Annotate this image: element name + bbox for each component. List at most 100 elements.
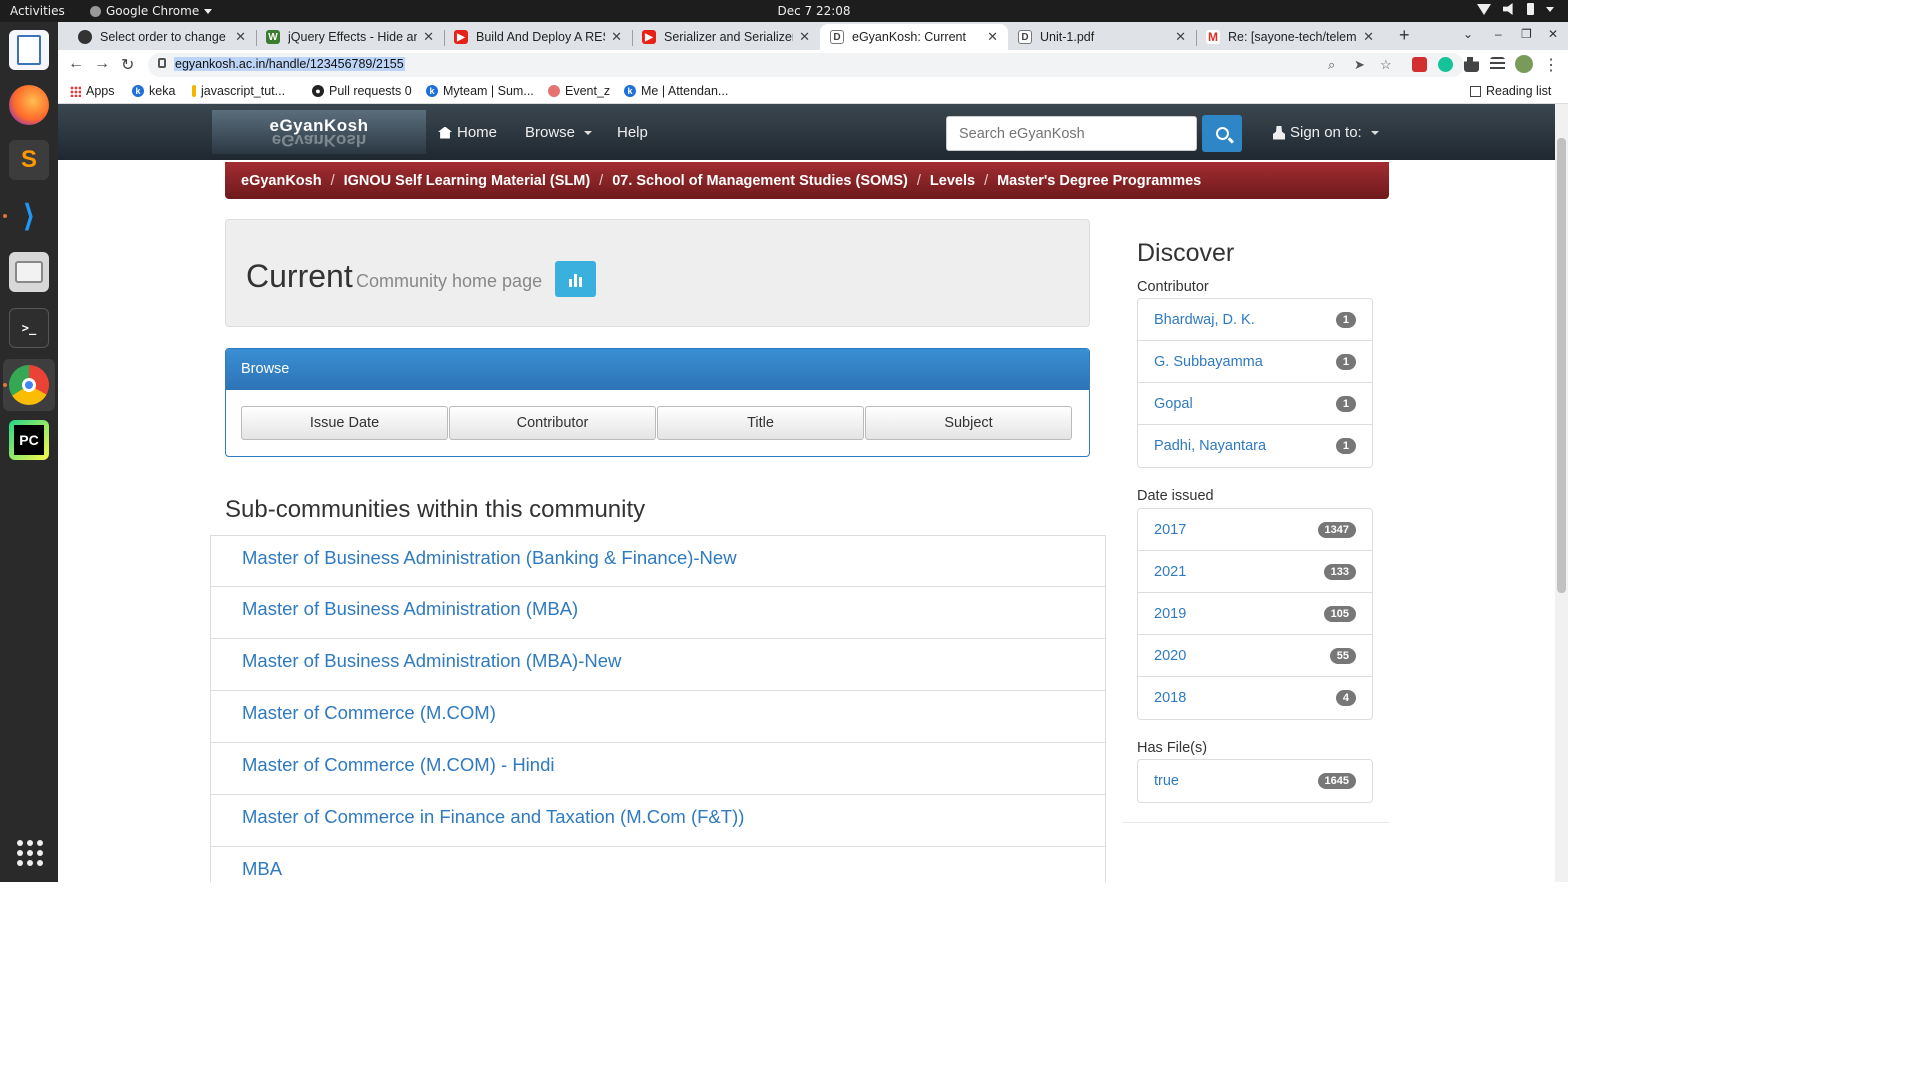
dock: S ⟩ >_ PC — [0, 22, 58, 882]
bookmark-star-icon[interactable]: ☆ — [1380, 57, 1392, 73]
facet-item[interactable]: Gopal 1 — [1138, 383, 1372, 425]
facet-item[interactable]: Padhi, Nayantara 1 — [1138, 425, 1372, 467]
search-button[interactable] — [1202, 115, 1242, 152]
tab-search-icon[interactable]: ⌄ — [1463, 27, 1473, 41]
egyankosh-logo[interactable]: eGyanKosh eGyanKosh — [212, 110, 426, 154]
breadcrumb-item[interactable]: IGNOU Self Learning Material (SLM) — [344, 173, 591, 189]
send-icon[interactable]: ➤ — [1354, 57, 1365, 73]
facet-item[interactable]: 2018 4 — [1138, 677, 1372, 719]
nav-browse[interactable]: Browse — [525, 124, 593, 141]
subcommunity-link[interactable]: Master of Business Administration (Banki… — [210, 535, 1106, 587]
url-text[interactable]: egyankosh.ac.in/handle/123456789/2155 — [174, 57, 405, 71]
facet-title-has-files: Has File(s) — [1137, 740, 1208, 756]
text-editor-icon[interactable] — [9, 30, 49, 70]
breadcrumb-item[interactable]: Master's Degree Programmes — [997, 173, 1201, 189]
bookmark-javascript-tut[interactable]: javascript_tut... — [192, 84, 285, 98]
bookmark-myteam[interactable]: k Myteam | Sum... — [426, 84, 534, 98]
subcommunity-link[interactable]: MBA — [210, 847, 1106, 882]
statistics-button[interactable] — [555, 261, 596, 297]
chrome-menu-icon[interactable]: ⋮ — [1543, 55, 1559, 75]
close-window-button[interactable]: ✕ — [1548, 27, 1558, 41]
tab[interactable]: ▶ Serializer and Serializer ✕ — [632, 24, 820, 50]
facet-list-contributor: Bhardwaj, D. K. 1 G. Subbayamma 1 Gopal 1 P… — [1137, 298, 1373, 468]
site-navbar: eGyanKosh eGyanKosh Home Browse Help Sig… — [58, 104, 1555, 160]
sublime-text-icon[interactable]: S — [9, 140, 49, 180]
close-icon[interactable]: ✕ — [1363, 29, 1374, 45]
show-applications-icon[interactable] — [17, 840, 43, 866]
tab[interactable]: Select order to change | D ✕ — [68, 24, 256, 50]
bookmark-keka[interactable]: k keka — [132, 84, 175, 98]
minimize-button[interactable]: – — [1495, 27, 1502, 41]
terminal-icon[interactable]: >_ — [9, 308, 49, 348]
close-icon[interactable]: ✕ — [1175, 29, 1186, 45]
media-controls-icon[interactable] — [1490, 57, 1505, 72]
close-icon[interactable]: ✕ — [799, 29, 810, 45]
bookmark-pull-requests[interactable]: ● Pull requests 0 — [312, 84, 412, 98]
grammarly-icon[interactable] — [1438, 57, 1453, 72]
count-badge: 1 — [1335, 353, 1356, 370]
new-tab-button[interactable]: + — [1399, 25, 1410, 46]
address-bar[interactable]: egyankosh.ac.in/handle/123456789/2155 ⌕ … — [148, 53, 1464, 77]
close-icon[interactable]: ✕ — [423, 29, 434, 45]
vscode-icon[interactable]: ⟩ — [9, 196, 49, 236]
github-icon: ● — [312, 85, 324, 97]
bookmark-me-attendance[interactable]: k Me | Attendan... — [624, 84, 728, 98]
forward-icon[interactable]: → — [94, 55, 110, 73]
tab-active[interactable]: D eGyanKosh: Current ✕ — [820, 24, 1008, 50]
facet-item[interactable]: G. Subbayamma 1 — [1138, 341, 1372, 383]
tab[interactable]: W jQuery Effects - Hide and ✕ — [256, 24, 444, 50]
clock[interactable]: Dec 7 22:08 — [0, 4, 1628, 18]
subcommunity-link[interactable]: Master of Business Administration (MBA)-… — [210, 639, 1106, 691]
extensions-puzzle-icon[interactable] — [1464, 57, 1479, 72]
home-icon — [438, 126, 452, 139]
facet-item[interactable]: 2019 105 — [1138, 593, 1372, 635]
subcommunity-link[interactable]: Master of Commerce (M.COM) — [210, 691, 1106, 743]
search-input[interactable] — [946, 116, 1197, 151]
bookmark-apps[interactable]: Apps — [70, 84, 115, 98]
browse-by-subject-button[interactable]: Subject — [865, 406, 1072, 440]
system-tray[interactable] — [1477, 3, 1554, 15]
profile-avatar[interactable] — [1515, 55, 1533, 73]
back-icon[interactable]: ← — [68, 55, 84, 73]
breadcrumb-item[interactable]: 07. School of Management Studies (SOMS) — [612, 173, 908, 189]
subcommunity-link[interactable]: Master of Commerce in Finance and Taxati… — [210, 795, 1106, 847]
browse-by-issue-date-button[interactable]: Issue Date — [241, 406, 448, 440]
chrome-icon[interactable] — [9, 365, 49, 405]
tab[interactable]: M Re: [sayone-tech/telem ✕ — [1196, 24, 1384, 50]
pycharm-icon[interactable]: PC — [9, 420, 49, 460]
scrollbar-thumb[interactable] — [1557, 138, 1566, 593]
maximize-button[interactable]: ❐ — [1521, 27, 1532, 41]
tab[interactable]: D Unit-1.pdf ✕ — [1008, 24, 1196, 50]
facet-item[interactable]: 2020 55 — [1138, 635, 1372, 677]
facet-item[interactable]: 2017 1347 — [1138, 509, 1372, 551]
gmail-icon: M — [1206, 30, 1220, 44]
page-scrollbar[interactable] — [1555, 104, 1568, 882]
browse-by-title-button[interactable]: Title — [657, 406, 864, 440]
breadcrumb-item[interactable]: eGyanKosh — [241, 173, 322, 189]
reading-list-button[interactable]: Reading list — [1470, 84, 1551, 98]
close-icon[interactable]: ✕ — [235, 29, 246, 45]
close-icon[interactable]: ✕ — [987, 29, 998, 45]
keka-icon: k — [426, 85, 438, 97]
bookmark-event-z[interactable]: Event_z — [548, 84, 610, 98]
browse-by-contributor-button[interactable]: Contributor — [449, 406, 656, 440]
facet-item[interactable]: 2021 133 — [1138, 551, 1372, 593]
apps-grid-icon — [70, 85, 81, 97]
nav-home[interactable]: Home — [438, 124, 497, 141]
facet-label: Gopal — [1154, 395, 1193, 412]
files-icon[interactable] — [9, 252, 49, 292]
close-icon[interactable]: ✕ — [611, 29, 622, 45]
extension-red-icon[interactable] — [1412, 57, 1427, 72]
subcommunity-link[interactable]: Master of Commerce (M.COM) - Hindi — [210, 743, 1106, 795]
sign-on-menu[interactable]: Sign on to: — [1273, 124, 1379, 141]
reload-icon[interactable]: ↻ — [121, 55, 134, 75]
nav-help[interactable]: Help — [617, 124, 648, 141]
breadcrumb-item[interactable]: Levels — [930, 173, 975, 189]
zoom-icon[interactable]: ⌕ — [1328, 57, 1335, 73]
tab-favicon-icon: D — [1018, 30, 1032, 44]
facet-item[interactable]: true 1645 — [1138, 760, 1372, 802]
facet-item[interactable]: Bhardwaj, D. K. 1 — [1138, 299, 1372, 341]
firefox-icon[interactable] — [9, 85, 49, 125]
subcommunity-link[interactable]: Master of Business Administration (MBA) — [210, 587, 1106, 639]
tab[interactable]: ▶ Build And Deploy A REST ✕ — [444, 24, 632, 50]
